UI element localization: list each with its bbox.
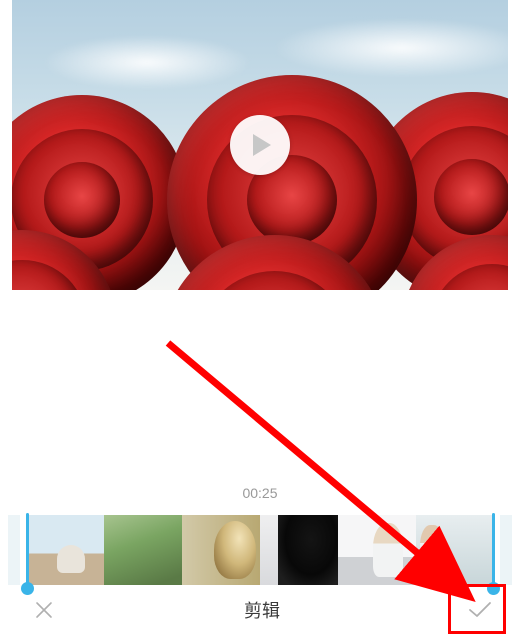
frame-thumb [260, 515, 338, 585]
frame-thumb [416, 515, 494, 585]
bottom-bar: 剪辑 [0, 588, 520, 632]
cloud [272, 18, 508, 78]
preview-foreground [12, 80, 508, 290]
cancel-button[interactable] [24, 590, 64, 630]
check-icon [467, 600, 493, 620]
frame-thumb [104, 515, 182, 585]
frame-thumb [26, 515, 104, 585]
frame-thumb [182, 515, 260, 585]
strip-edge-right [500, 515, 512, 585]
timeline: 00:25 [0, 485, 520, 585]
frame-thumb [338, 515, 416, 585]
timeline-strip[interactable] [8, 515, 512, 585]
video-preview[interactable] [12, 0, 508, 290]
close-icon [34, 600, 54, 620]
confirm-button[interactable] [460, 590, 500, 630]
strip-edge-left [8, 515, 20, 585]
play-button[interactable] [230, 115, 290, 175]
trim-handle-left[interactable] [20, 513, 34, 587]
frame-thumbnails [26, 515, 494, 585]
trim-handle-right[interactable] [486, 513, 500, 587]
page-title: 剪辑 [244, 597, 280, 623]
time-display: 00:25 [0, 485, 520, 501]
play-icon [251, 133, 273, 157]
